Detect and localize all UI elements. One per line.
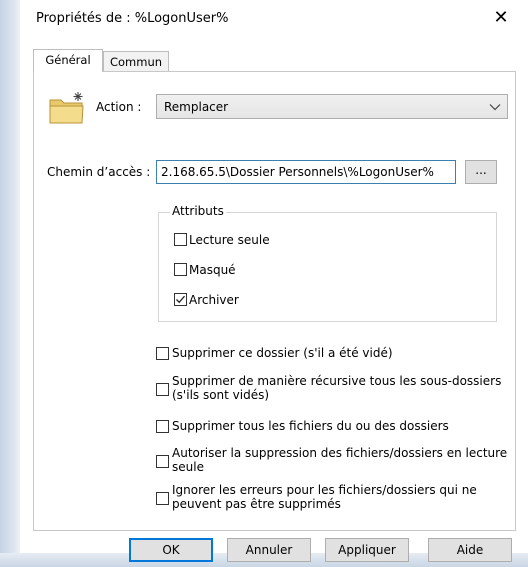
delete-folder-label: Supprimer ce dossier (s'il a été vidé) — [172, 346, 393, 360]
delete-files-label: Supprimer tous les fichiers du ou des do… — [172, 419, 449, 433]
title-bar: Propriétés de : %LogonUser% ✕ — [20, 0, 528, 36]
path-label: Chemin d’accès : — [47, 165, 151, 179]
archive-checkbox[interactable] — [174, 293, 187, 306]
allow-readonly-delete-checkbox[interactable] — [156, 455, 169, 468]
path-input[interactable]: 2.168.65.5\Dossier Personnels\%LogonUser… — [156, 160, 456, 184]
ignore-errors-label: Ignorer les erreurs pour les fichiers/do… — [172, 483, 477, 497]
ignore-errors-label-line2: peuvent pas être supprimés — [172, 497, 341, 511]
close-icon: ✕ — [493, 7, 509, 28]
delete-recursive-label-line2: (s'ils sont vidés) — [172, 388, 270, 402]
delete-recursive-checkbox[interactable] — [156, 383, 169, 396]
tab-general-label: Général — [45, 53, 91, 67]
browse-button[interactable]: ... — [465, 160, 497, 184]
delete-recursive-label: Supprimer de manière récursive tous les … — [172, 374, 502, 388]
allow-readonly-delete-label: Autoriser la suppression des fichiers/do… — [172, 446, 508, 460]
background-left-strip — [0, 0, 20, 567]
ok-button[interactable]: OK — [129, 538, 213, 562]
apply-button[interactable]: Appliquer — [325, 538, 409, 562]
readonly-label: Lecture seule — [189, 233, 270, 247]
cancel-button[interactable]: Annuler — [227, 538, 311, 562]
action-value: Remplacer — [164, 100, 229, 114]
tab-common[interactable]: Commun — [103, 51, 169, 72]
close-button[interactable]: ✕ — [486, 4, 516, 32]
attributes-title: Attributs — [170, 204, 226, 218]
archive-label: Archiver — [189, 293, 239, 307]
window-title: Propriétés de : %LogonUser% — [36, 11, 229, 26]
hidden-label: Masqué — [189, 263, 236, 277]
action-combobox[interactable]: Remplacer — [156, 94, 508, 119]
allow-readonly-delete-label-line2: seule — [172, 460, 204, 474]
delete-folder-checkbox[interactable] — [156, 347, 169, 360]
tab-general[interactable]: Général — [33, 49, 103, 72]
new-folder-icon — [49, 92, 84, 124]
readonly-checkbox[interactable] — [174, 233, 187, 246]
ignore-errors-checkbox[interactable] — [156, 492, 169, 505]
checkmark-icon — [176, 295, 185, 304]
hidden-checkbox[interactable] — [174, 263, 187, 276]
action-label: Action : — [96, 100, 142, 114]
delete-files-checkbox[interactable] — [156, 420, 169, 433]
chevron-down-icon — [489, 104, 501, 111]
help-button[interactable]: Aide — [428, 538, 512, 562]
tab-common-label: Commun — [109, 55, 163, 69]
properties-dialog: Propriétés de : %LogonUser% ✕ Général Co… — [20, 0, 528, 562]
